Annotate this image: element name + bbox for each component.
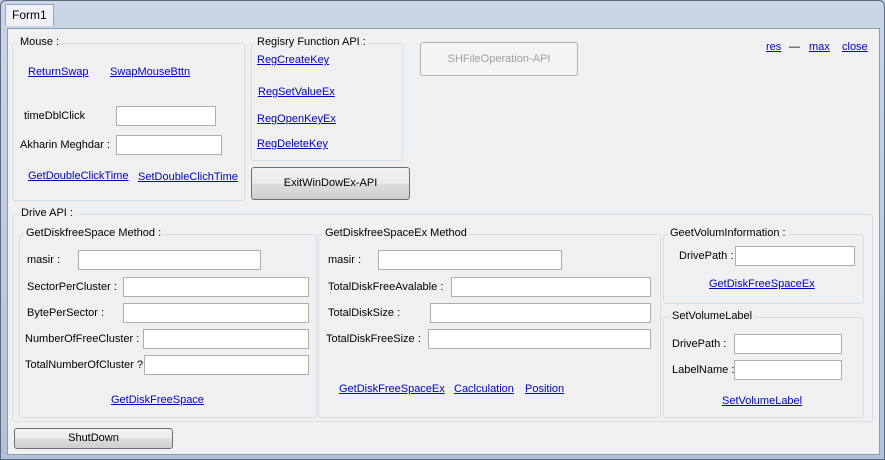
label-name-field[interactable]: [734, 360, 842, 380]
set-volume-drive-path-field[interactable]: [734, 334, 842, 354]
drive-api-group: Drive API : GetDiskfreeSpace Method : ma…: [12, 207, 873, 422]
shfileoperation-button[interactable]: SHFileOperation-API: [420, 42, 578, 76]
set-volume-drive-path-label: DrivePath :: [672, 338, 727, 350]
akharin-meghdar-label: Akharin Meghdar :: [20, 139, 110, 151]
time-dbl-click-label: timeDblClick: [24, 110, 86, 122]
byte-per-sector-label: BytePerSector :: [27, 307, 105, 319]
diskfree-masir-field[interactable]: [78, 250, 261, 270]
reg-set-value-ex-link[interactable]: RegSetValueEx: [258, 86, 335, 98]
total-disk-size-label: TotalDiskSize :: [328, 307, 401, 319]
close-link[interactable]: close: [842, 41, 868, 53]
volume-info-group-label: GeetVolumInformation :: [668, 227, 788, 239]
get-disk-free-space-ex-link[interactable]: GetDiskFreeSpaceEx: [339, 383, 445, 395]
shutdown-button[interactable]: ShutDown: [14, 428, 173, 449]
set-volume-label-group-label: SetVolumeLabel: [670, 310, 755, 322]
window-title: Form1: [5, 4, 54, 26]
diskfree-group-label: GetDiskfreeSpace Method :: [24, 227, 164, 239]
swap-mouse-button-link[interactable]: SwapMouseBttn: [110, 66, 190, 78]
registry-group-label: Regisry Function API :: [255, 36, 368, 48]
registry-group: Regisry Function API : RegCreateKey RegS…: [251, 36, 403, 161]
set-volume-label-group: SetVolumeLabel DrivePath : LabelName : S…: [663, 310, 864, 418]
exit-windows-button[interactable]: ExitWinDowEx-API: [251, 167, 410, 200]
form-window: Form1 res — max close Mouse : ReturnSwap…: [0, 0, 885, 460]
volume-info-get-disk-free-space-ex-link[interactable]: GetDiskFreeSpaceEx: [709, 278, 815, 290]
mouse-group-label: Mouse :: [18, 36, 62, 48]
total-disk-size-field[interactable]: [430, 303, 651, 323]
diskfree-ex-group: GetDiskfreeSpaceEx Method masir : TotalD…: [318, 227, 661, 418]
calculation-link[interactable]: Caclculation: [454, 383, 514, 395]
reg-delete-key-link[interactable]: RegDeleteKey: [257, 138, 328, 150]
label-name-label: LabelName :: [672, 364, 735, 376]
total-disk-free-size-label: TotalDiskFreeSize :: [326, 333, 421, 345]
diskfree-ex-group-label: GetDiskfreeSpaceEx Method: [323, 227, 469, 239]
return-swap-link[interactable]: ReturnSwap: [28, 66, 89, 78]
set-volume-label-link[interactable]: SetVolumeLabel: [722, 395, 802, 407]
get-double-click-time-link[interactable]: GetDoubleClickTime: [28, 170, 128, 182]
volume-info-drive-path-field[interactable]: [735, 246, 855, 266]
get-disk-free-space-link[interactable]: GetDiskFreeSpace: [111, 394, 204, 406]
total-disk-free-available-label: TotalDiskFreeAvalable :: [328, 281, 444, 293]
sector-per-cluster-field[interactable]: [123, 277, 309, 297]
volume-info-drive-path-label: DrivePath :: [679, 250, 734, 262]
set-double-click-time-link[interactable]: SetDoubleClichTime: [138, 171, 238, 183]
max-link[interactable]: max: [809, 41, 830, 53]
number-of-free-cluster-field[interactable]: [143, 329, 309, 349]
sector-per-cluster-label: SectorPerCluster :: [27, 281, 117, 293]
reg-create-key-link[interactable]: RegCreateKey: [257, 54, 329, 66]
diskfree-masir-label: masir :: [27, 254, 60, 266]
volume-info-group: GeetVolumInformation : DrivePath : GetDi…: [663, 227, 864, 304]
res-link[interactable]: res: [766, 41, 781, 53]
total-number-of-cluster-field[interactable]: [144, 355, 309, 375]
total-disk-free-available-field[interactable]: [451, 277, 651, 297]
byte-per-sector-field[interactable]: [123, 303, 309, 323]
akharin-meghdar-field[interactable]: [116, 135, 222, 155]
drive-api-group-label: Drive API :: [19, 207, 75, 219]
time-dbl-click-field[interactable]: [116, 106, 216, 126]
mouse-group: Mouse : ReturnSwap SwapMouseBttn timeDbl…: [12, 36, 245, 201]
total-disk-free-size-field[interactable]: [428, 329, 651, 349]
links-separator: —: [789, 41, 800, 53]
diskfree-group: GetDiskfreeSpace Method : masir : Sector…: [19, 227, 317, 418]
title-bar[interactable]: Form1: [1, 1, 884, 27]
diskfree-ex-masir-label: masir :: [328, 254, 361, 266]
reg-open-key-ex-link[interactable]: RegOpenKeyEx: [257, 113, 336, 125]
number-of-free-cluster-label: NumberOfFreeCluster :: [25, 333, 140, 345]
form-client-area: res — max close Mouse : ReturnSwap SwapM…: [7, 28, 880, 455]
diskfree-ex-masir-field[interactable]: [378, 250, 562, 270]
position-link[interactable]: Position: [525, 383, 564, 395]
total-number-of-cluster-label: TotalNumberOfCluster ?:: [25, 359, 147, 371]
